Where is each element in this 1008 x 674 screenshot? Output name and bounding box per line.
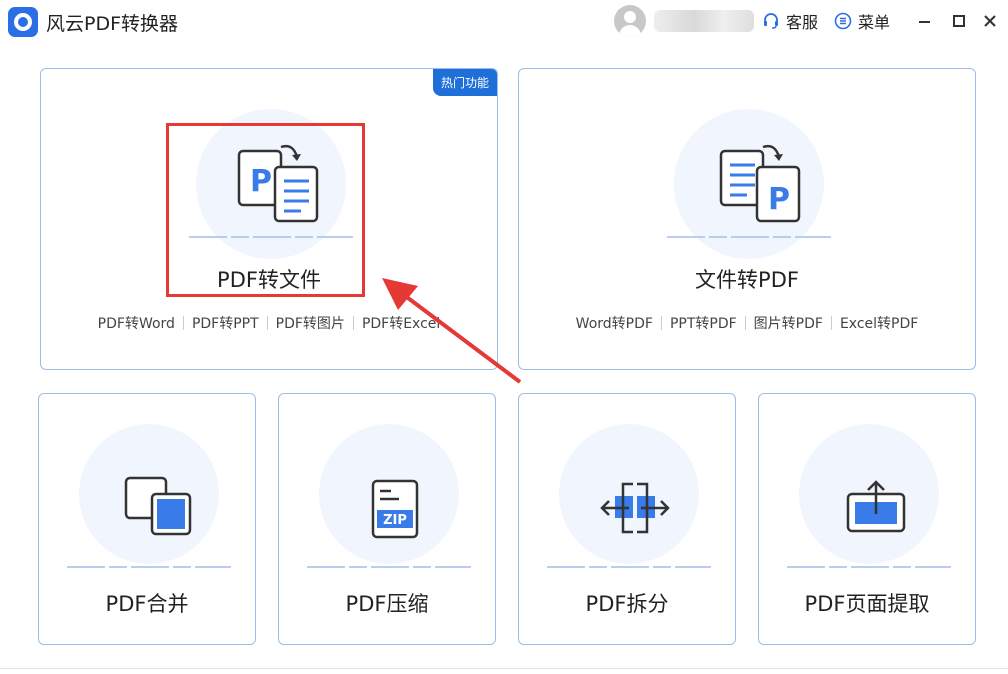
link-word-to-pdf[interactable]: Word转PDF (576, 316, 653, 332)
headset-icon (764, 13, 778, 29)
card-title-pdf-compress: PDF压缩 (345, 592, 429, 616)
split-icon (600, 482, 670, 534)
doc-to-pdf-icon: P (719, 144, 801, 223)
maximize-icon[interactable] (949, 11, 969, 31)
card-pdf-extract[interactable]: PDF页面提取 (758, 393, 976, 645)
highlight-box (166, 123, 365, 297)
menu-button[interactable]: 菜单 (834, 10, 890, 32)
username-blurred[interactable] (654, 10, 754, 32)
zip-file-icon: ZIP (371, 479, 419, 539)
bottom-divider (0, 668, 1008, 669)
card-file-to-pdf[interactable]: P 文件转PDF Word转PDF PPT转PDF 图片转PDF Excel转PDF (518, 68, 976, 370)
link-image-to-pdf[interactable]: 图片转PDF (754, 316, 823, 332)
merge-icon (124, 476, 192, 536)
hot-feature-badge: 热门功能 (432, 69, 497, 96)
menu-label: 菜单 (858, 13, 891, 32)
title-bar: 风云PDF转换器 客服 菜单 (0, 0, 1008, 44)
card-pdf-compress[interactable]: ZIP PDF压缩 (278, 393, 496, 645)
customer-service-button[interactable]: 客服 (762, 10, 818, 32)
minimize-icon[interactable] (915, 11, 935, 31)
card-title-pdf-extract: PDF页面提取 (804, 592, 930, 616)
file-to-pdf-links: Word转PDF PPT转PDF 图片转PDF Excel转PDF (519, 313, 975, 333)
link-pdf-to-word[interactable]: PDF转Word (98, 316, 175, 332)
card-title-pdf-merge: PDF合并 (105, 592, 189, 616)
link-pdf-to-image[interactable]: PDF转图片 (276, 316, 345, 332)
customer-service-label: 客服 (786, 13, 819, 32)
svg-text:P: P (768, 182, 790, 217)
close-icon[interactable] (980, 11, 1000, 31)
card-pdf-merge[interactable]: PDF合并 (38, 393, 256, 645)
link-excel-to-pdf[interactable]: Excel转PDF (840, 316, 918, 332)
extract-page-icon (846, 480, 906, 533)
card-title-file-to-pdf: 文件转PDF (695, 268, 799, 292)
app-title: 风云PDF转换器 (46, 13, 179, 35)
zip-text: ZIP (383, 513, 407, 528)
list-menu-icon (834, 12, 852, 30)
card-pdf-split[interactable]: PDF拆分 (518, 393, 736, 645)
card-title-pdf-split: PDF拆分 (585, 592, 669, 616)
link-pdf-to-ppt[interactable]: PDF转PPT (192, 316, 259, 332)
annotation-arrow (382, 278, 522, 384)
link-ppt-to-pdf[interactable]: PPT转PDF (670, 316, 737, 332)
user-avatar[interactable] (614, 5, 646, 37)
app-logo-icon (8, 7, 38, 37)
